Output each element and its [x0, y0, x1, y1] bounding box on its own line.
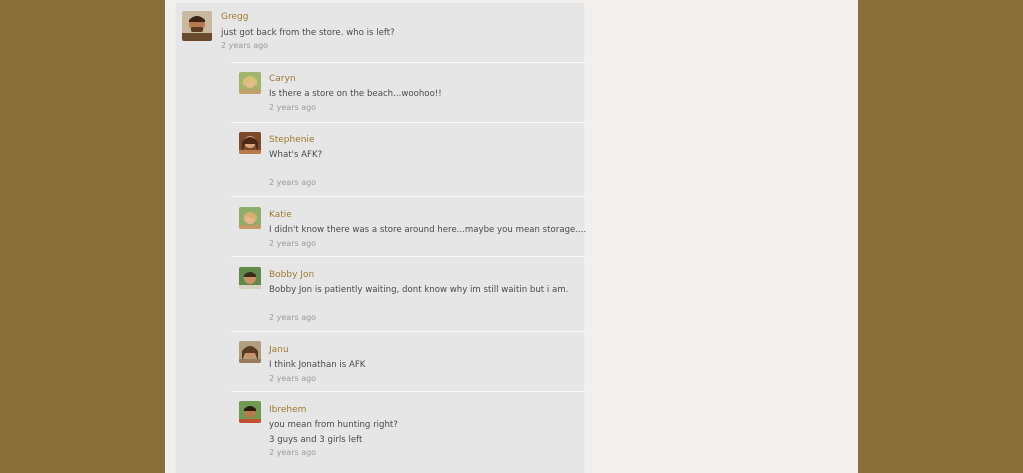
reply-author[interactable]: Stephenie: [269, 135, 314, 145]
stephenie-avatar[interactable]: [239, 132, 261, 154]
reply-timestamp[interactable]: 2 years ago: [269, 374, 316, 383]
reply-text: I think Jonathan is AFK: [269, 360, 366, 370]
reply-text-line: 3 guys and 3 girls left: [269, 435, 363, 445]
reply-author[interactable]: Ibrehem: [269, 405, 306, 415]
comment-timestamp[interactable]: 2 years ago: [221, 41, 268, 50]
comment-text: just got back from the store. who is lef…: [221, 28, 395, 38]
reply-comment: Ibrehem you mean from hunting right? 3 g…: [231, 391, 586, 472]
reply-author[interactable]: Bobby Jon: [269, 270, 314, 280]
gregg-avatar[interactable]: [182, 11, 212, 41]
comment-author[interactable]: Gregg: [221, 12, 248, 22]
bobby-jon-avatar[interactable]: [239, 267, 261, 289]
reply-author[interactable]: Janu: [269, 345, 289, 355]
reply-author[interactable]: Katie: [269, 210, 292, 220]
reply-text: I didn't know there was a store around h…: [269, 225, 587, 235]
katie-avatar[interactable]: [239, 207, 261, 229]
page-content: Gregg just got back from the store. who …: [165, 0, 858, 473]
reply-comment: Janu I think Jonathan is AFK 2 years ago: [231, 331, 586, 390]
reply-timestamp[interactable]: 2 years ago: [269, 178, 316, 187]
reply-text-line: you mean from hunting right?: [269, 420, 398, 430]
reply-timestamp[interactable]: 2 years ago: [269, 239, 316, 248]
reply-author[interactable]: Caryn: [269, 74, 296, 84]
reply-text: Bobby Jon is patiently waiting, dont kno…: [269, 285, 569, 295]
reply-text: What's AFK?: [269, 150, 323, 160]
reply-timestamp[interactable]: 2 years ago: [269, 448, 316, 457]
ibrehem-avatar[interactable]: [239, 401, 261, 423]
main-comment: Gregg just got back from the store. who …: [182, 11, 582, 61]
reply-comment: Katie I didn't know there was a store ar…: [231, 196, 586, 255]
reply-comment: Stephenie What's AFK? 2 years ago: [231, 122, 586, 195]
comment-thread: Gregg just got back from the store. who …: [175, 3, 586, 473]
reply-timestamp[interactable]: 2 years ago: [269, 103, 316, 112]
caryn-avatar[interactable]: [239, 72, 261, 94]
reply-comment: Bobby Jon Bobby Jon is patiently waiting…: [231, 256, 586, 329]
reply-timestamp[interactable]: 2 years ago: [269, 313, 316, 322]
reply-comment: Caryn Is there a store on the beach...wo…: [231, 62, 586, 121]
reply-text: Is there a store on the beach...woohoo!!: [269, 89, 442, 99]
janu-avatar[interactable]: [239, 341, 261, 363]
